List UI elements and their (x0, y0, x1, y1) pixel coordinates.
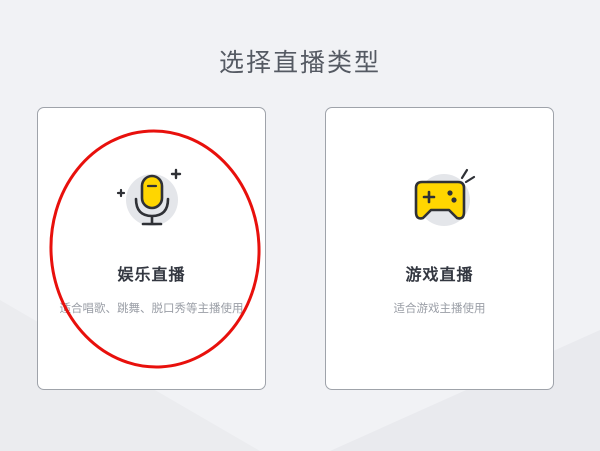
game-live-card[interactable]: 游戏直播 适合游戏主播使用 (325, 107, 554, 390)
microphone-icon (116, 168, 181, 226)
game-live-title: 游戏直播 (405, 265, 474, 284)
entertainment-live-card[interactable]: 娱乐直播 适合唱歌、跳舞、脱口秀等主播使用 (37, 107, 266, 390)
entertainment-live-title: 娱乐直播 (117, 265, 186, 284)
game-live-description: 适合游戏主播使用 (393, 301, 486, 315)
gamepad-icon (414, 168, 475, 226)
entertainment-live-description: 适合唱歌、跳舞、脱口秀等主播使用 (59, 301, 244, 315)
page-title: 选择直播类型 (218, 47, 381, 77)
